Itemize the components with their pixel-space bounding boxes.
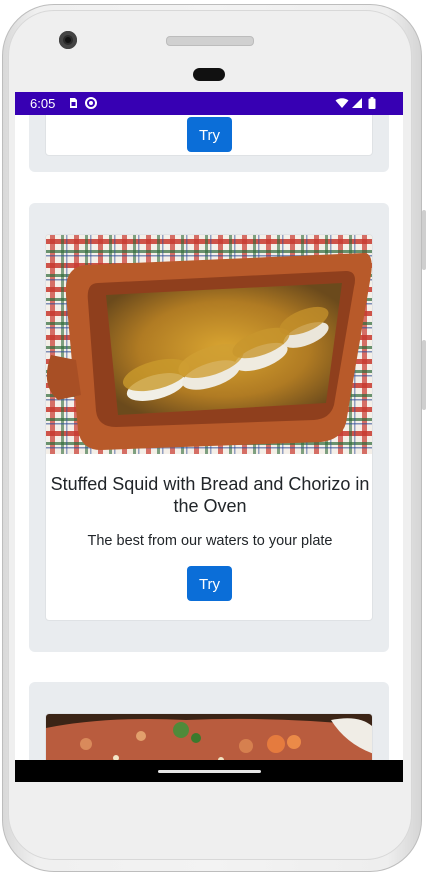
recipe-list[interactable]: Try Stuffed Squid with Bread and Chorizo… xyxy=(15,115,403,760)
try-button[interactable]: Try xyxy=(187,566,232,601)
battery-icon xyxy=(368,97,376,109)
recipe-card: Stuffed Squid with Bread and Chorizo in … xyxy=(29,203,389,652)
recipe-card-body: Try xyxy=(45,115,373,156)
earpiece-speaker xyxy=(166,36,254,46)
home-gesture-pill[interactable] xyxy=(158,770,261,773)
recipe-card: Try xyxy=(29,115,389,172)
navigation-bar xyxy=(15,760,403,782)
recipe-card-body xyxy=(45,713,373,760)
notification-icon xyxy=(85,97,97,109)
power-button xyxy=(422,340,426,410)
proximity-sensor xyxy=(193,68,225,81)
paella-image xyxy=(46,714,372,760)
sim-card-icon xyxy=(70,98,77,108)
try-button[interactable]: Try xyxy=(187,117,232,152)
phone-frame: 6:05 Try Stuffed Squid with Bread and Ch… xyxy=(0,0,426,876)
cell-signal-icon xyxy=(352,98,362,108)
status-bar: 6:05 xyxy=(15,92,403,115)
screen: 6:05 Try Stuffed Squid with Bread and Ch… xyxy=(15,92,403,782)
recipe-card xyxy=(29,682,389,760)
recipe-title: Stuffed Squid with Bread and Chorizo in … xyxy=(50,474,370,516)
front-camera xyxy=(59,31,77,49)
stuffed-squid-image xyxy=(46,235,372,454)
recipe-card-body: Stuffed Squid with Bread and Chorizo in … xyxy=(45,234,373,621)
recipe-description: The best from our waters to your plate xyxy=(87,533,333,549)
volume-button xyxy=(422,210,426,270)
wifi-icon xyxy=(335,98,349,108)
status-time: 6:05 xyxy=(30,96,56,111)
